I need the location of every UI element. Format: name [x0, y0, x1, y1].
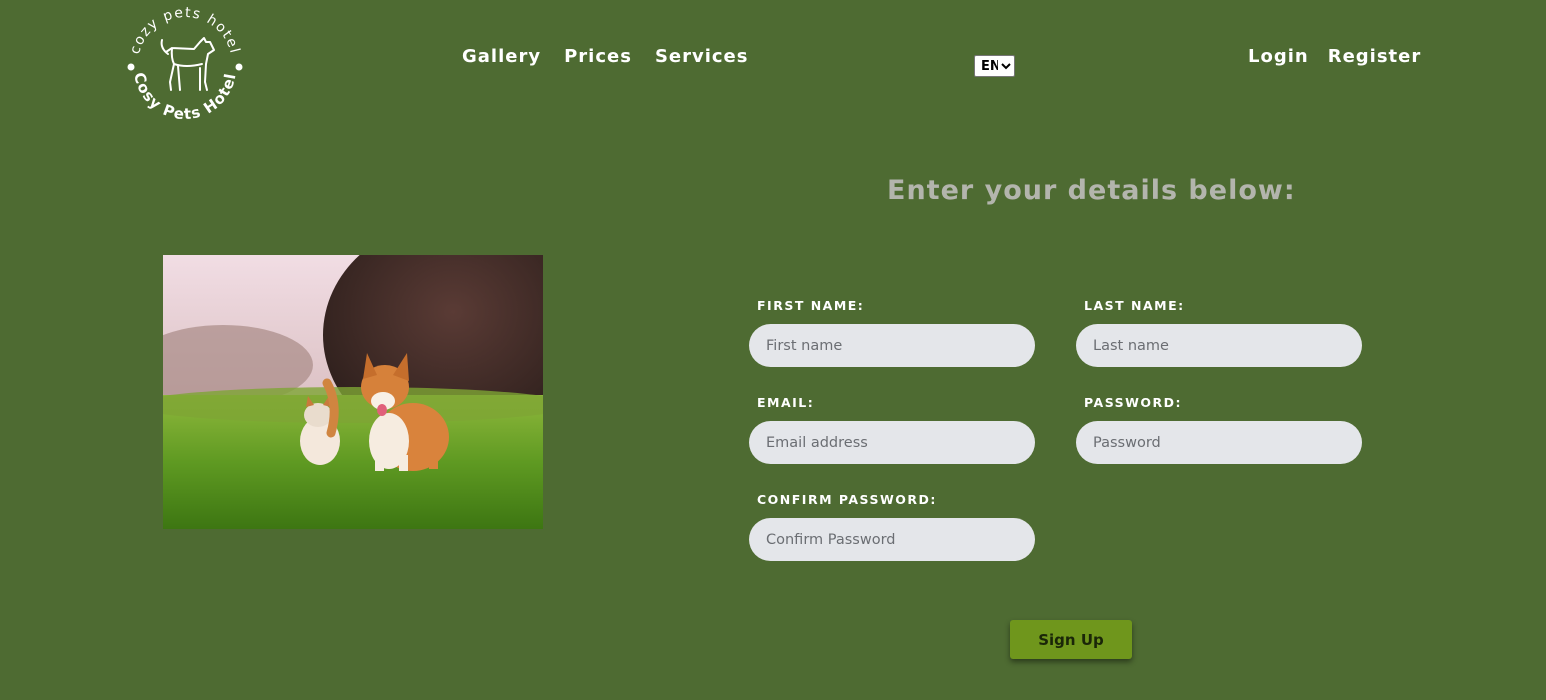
confirm-password-label: CONFIRM PASSWORD: [757, 492, 937, 507]
register-link[interactable]: Register [1328, 46, 1422, 67]
first-name-input[interactable] [749, 324, 1035, 367]
first-name-label: FIRST NAME: [757, 298, 865, 313]
nav-link-prices[interactable]: Prices [564, 46, 632, 67]
brand-logo[interactable]: cozy pets hotel Cosy Pets Hotel [120, 2, 250, 132]
logo-text-bottom: Cosy Pets Hotel [130, 71, 240, 124]
main-nav: Gallery Prices Services [462, 46, 748, 67]
nav-link-services[interactable]: Services [655, 46, 749, 67]
nav-link-gallery[interactable]: Gallery [462, 46, 541, 67]
login-link[interactable]: Login [1248, 46, 1309, 67]
password-input[interactable] [1076, 421, 1362, 464]
auth-nav: Login Register [1248, 46, 1421, 67]
cat-and-corgi-photo-icon [163, 255, 543, 529]
email-input[interactable] [749, 421, 1035, 464]
hero-image [163, 255, 543, 529]
sign-up-button[interactable]: Sign Up [1010, 620, 1132, 659]
email-label: EMAIL: [757, 395, 815, 410]
language-select[interactable]: EN [974, 55, 1015, 77]
form-heading: Enter your details below: [887, 175, 1296, 206]
confirm-password-input[interactable] [749, 518, 1035, 561]
last-name-input[interactable] [1076, 324, 1362, 367]
dog-logo-icon: cozy pets hotel Cosy Pets Hotel [127, 5, 243, 124]
last-name-label: LAST NAME: [1084, 298, 1185, 313]
password-label: PASSWORD: [1084, 395, 1183, 410]
